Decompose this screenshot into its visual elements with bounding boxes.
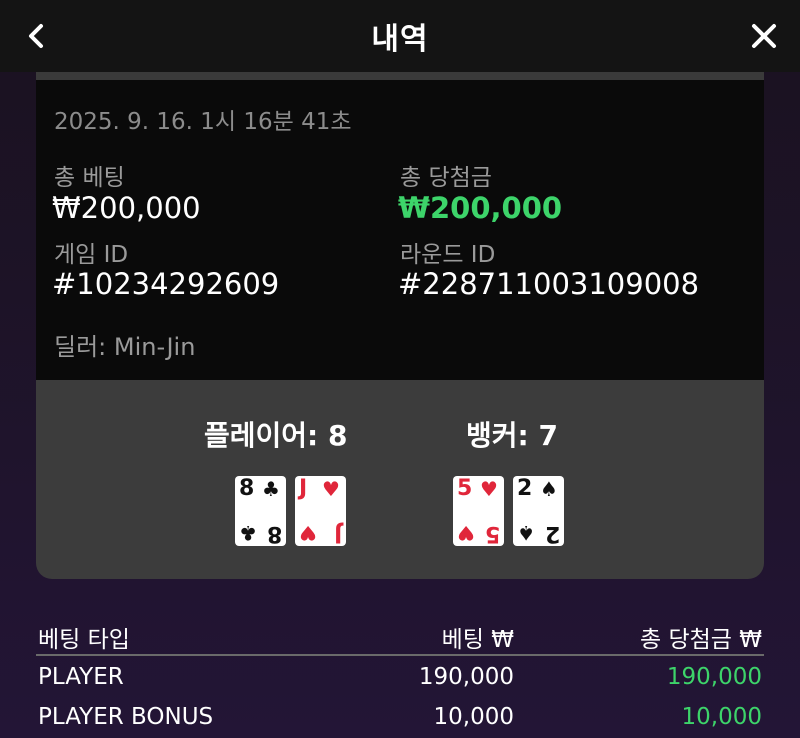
round-result-card: 플레이어: 8 뱅커: 7 8 ♣ ♣ 8 J ♥ ♥ J 5 ♥ ♥ 5 2 … [36,380,764,579]
hearts-icon: ♥ [480,477,498,501]
close-button[interactable] [738,10,790,62]
column-bet-amount: 베팅 ₩ [441,627,514,653]
header-bar: 내역 [0,0,800,72]
page-title: 내역 [371,22,429,57]
hearts-icon: ♥ [457,521,475,545]
bet-type-cell: PLAYER BONUS [38,704,214,730]
spades-icon: ♠ [517,521,535,545]
close-icon [752,24,776,48]
win-amount-cell: 10,000 [681,704,762,730]
player-card-1: 8 ♣ ♣ 8 [235,476,286,546]
round-id-value: #228711003109008 [398,267,700,301]
bet-table: 베팅 타입 베팅 ₩ 총 당첨금 ₩ PLAYER 190,000 190,00… [36,610,764,736]
hearts-icon: ♥ [299,521,317,545]
total-bet-label: 총 베팅 [54,165,125,191]
bet-amount-cell: 10,000 [433,704,514,730]
player-card-2: J ♥ ♥ J [295,476,346,546]
banker-card-1: 5 ♥ ♥ 5 [453,476,504,546]
game-id-label: 게임 ID [54,242,129,268]
bet-table-header: 베팅 타입 베팅 ₩ 총 당첨금 ₩ [36,610,764,656]
history-info-card: 2025. 9. 16. 1시 16분 41초 총 베팅 ₩200,000 총 … [36,80,764,380]
hearts-icon: ♥ [322,477,340,501]
bet-timestamp: 2025. 9. 16. 1시 16분 41초 [54,109,352,135]
win-amount-cell: 190,000 [666,664,762,690]
banker-card-2: 2 ♠ ♠ 2 [513,476,564,546]
clubs-icon: ♣ [262,477,280,501]
round-id-label: 라운드 ID [400,242,496,268]
total-win-label: 총 당첨금 [400,165,492,191]
player-score: 플레이어: 8 [204,419,348,452]
table-row: PLAYER BONUS 10,000 10,000 [36,696,764,736]
banker-score: 뱅커: 7 [466,419,558,452]
total-bet-value: ₩200,000 [52,191,201,225]
spades-icon: ♠ [540,477,558,501]
table-row: PLAYER 190,000 190,000 [36,656,764,696]
chevron-left-icon [29,24,43,48]
back-button[interactable] [10,10,62,62]
dealer-name: 딜러: Min-Jin [54,333,196,361]
column-bet-type: 베팅 타입 [38,627,130,653]
bet-type-cell: PLAYER [38,664,124,690]
column-total-win: 총 당첨금 ₩ [639,627,762,653]
bet-amount-cell: 190,000 [418,664,514,690]
clubs-icon: ♣ [239,521,257,545]
scroll-indicator [36,72,764,80]
game-id-value: #10234292609 [52,267,280,301]
total-win-value: ₩200,000 [398,191,563,225]
